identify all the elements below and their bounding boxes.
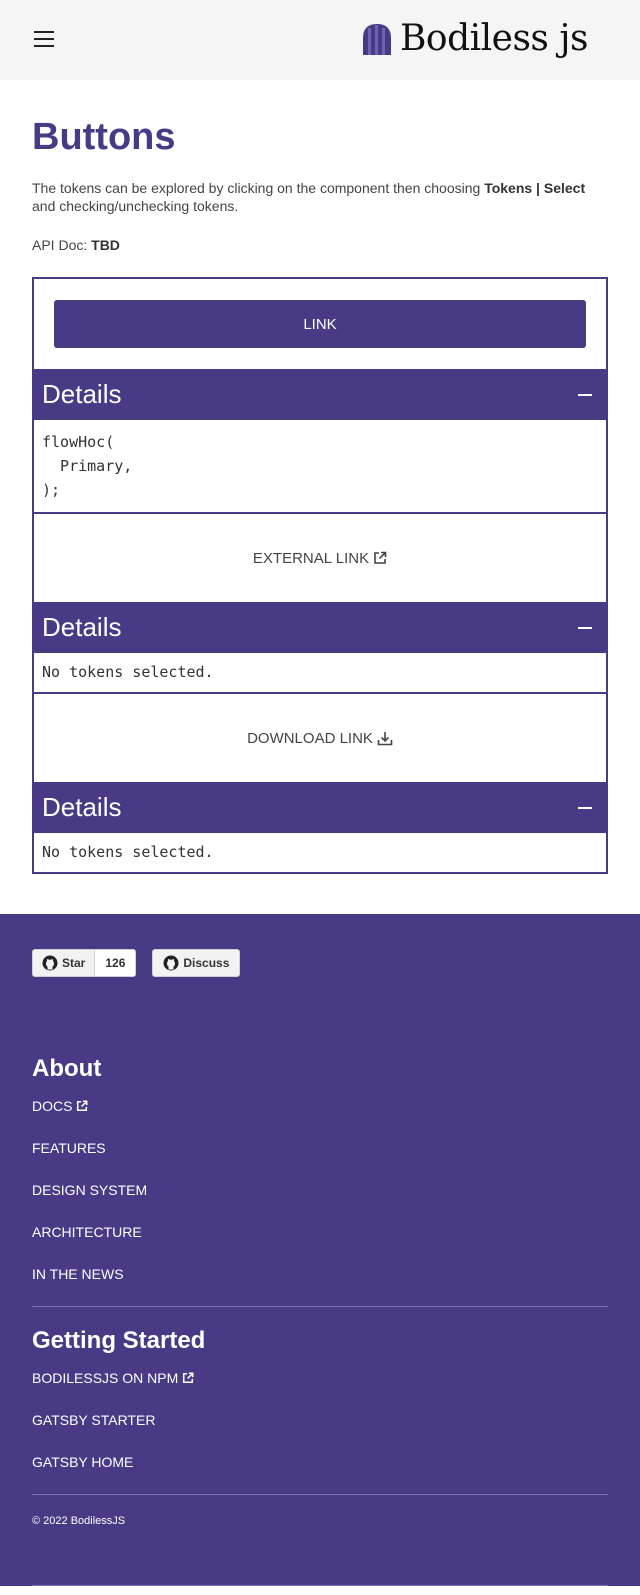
link-button[interactable]: LINK (54, 300, 586, 348)
details-title: Details (42, 379, 122, 409)
main-content: Buttons The tokens can be explored by cl… (0, 80, 640, 914)
github-star-button[interactable]: Star 126 (32, 949, 137, 977)
footer-link-in-the-news[interactable]: IN THE NEWS (32, 1264, 608, 1284)
minus-icon[interactable] (578, 806, 592, 809)
page-title: Buttons (32, 116, 176, 158)
intro-text: The tokens can be explored by clicking o… (32, 179, 608, 215)
download-link[interactable]: DOWNLOAD LINK (247, 730, 393, 747)
site-logo[interactable]: Bodiless js (360, 18, 589, 59)
getting-started-heading: Getting Started (32, 1327, 206, 1354)
api-doc: API Doc: TBD (32, 237, 608, 253)
details-title: Details (42, 612, 122, 642)
about-heading: About (32, 1055, 102, 1082)
beanie-logo-icon (362, 23, 391, 55)
preview-external-link: EXTERNAL LINK (34, 514, 606, 602)
footer-link-npm[interactable]: BODILESSJS ON NPM (32, 1368, 608, 1388)
api-label: API Doc: (32, 237, 92, 253)
code-block: flowHoc( Primary, ); (34, 420, 606, 512)
footer-link-docs[interactable]: DOCS (32, 1096, 608, 1116)
details-toggle[interactable]: Details (34, 782, 606, 833)
intro-post: and checking/unchecking tokens. (32, 198, 239, 214)
demo-box: LINK Details flowHoc( Primary, ); EXTERN… (32, 277, 608, 874)
minus-icon[interactable] (578, 393, 592, 396)
github-discuss-label: Discuss (183, 956, 230, 970)
api-value: TBD (91, 237, 120, 253)
footer-link-label: DOCS (32, 1098, 73, 1114)
logo-text: Bodiless js (399, 18, 589, 59)
minus-icon[interactable] (578, 626, 592, 629)
code-block: No tokens selected. (34, 833, 606, 872)
footer-link-label: BODILESSJS ON NPM (32, 1370, 179, 1386)
github-icon (163, 955, 179, 971)
copyright: © 2022 BodilessJS (32, 1515, 126, 1527)
footer-link-design-system[interactable]: DESIGN SYSTEM (32, 1180, 608, 1200)
intro-bold: Tokens | Select (484, 180, 586, 196)
preview-download-link: DOWNLOAD LINK (34, 694, 606, 782)
footer-divider (32, 1494, 608, 1495)
github-star-part[interactable]: Star (33, 950, 94, 976)
footer-bottom-rule (32, 1585, 608, 1586)
external-link-icon (77, 1100, 88, 1112)
github-icon (42, 955, 58, 971)
footer-link-architecture[interactable]: ARCHITECTURE (32, 1222, 608, 1242)
external-link-label: EXTERNAL LINK (252, 549, 370, 567)
details-toggle[interactable]: Details (34, 602, 606, 653)
site-header: Bodiless js (0, 0, 640, 80)
footer-link-gatsby-starter[interactable]: GATSBY STARTER (32, 1410, 608, 1430)
github-buttons: Star 126 Discuss (32, 949, 608, 977)
footer-link-features[interactable]: FEATURES (32, 1138, 608, 1158)
download-link-label: DOWNLOAD LINK (247, 729, 373, 747)
external-link[interactable]: EXTERNAL LINK (253, 550, 387, 567)
github-star-label: Star (62, 956, 86, 970)
site-footer: Star 126 Discuss About DOCS FEATURES DES… (0, 914, 640, 1586)
details-title: Details (42, 792, 122, 822)
download-icon (377, 731, 393, 745)
code-block: No tokens selected. (34, 653, 606, 692)
preview-link: LINK (34, 279, 606, 369)
footer-link-gatsby-home[interactable]: GATSBY HOME (32, 1452, 608, 1472)
hamburger-menu-icon[interactable] (34, 31, 54, 49)
intro-pre: The tokens can be explored by clicking o… (32, 180, 485, 196)
details-toggle[interactable]: Details (34, 369, 606, 420)
external-link-icon (183, 1372, 194, 1384)
footer-divider (32, 1306, 608, 1307)
github-star-count[interactable]: 126 (94, 950, 136, 976)
github-discuss-button[interactable]: Discuss (152, 949, 241, 977)
external-link-icon (374, 551, 387, 564)
